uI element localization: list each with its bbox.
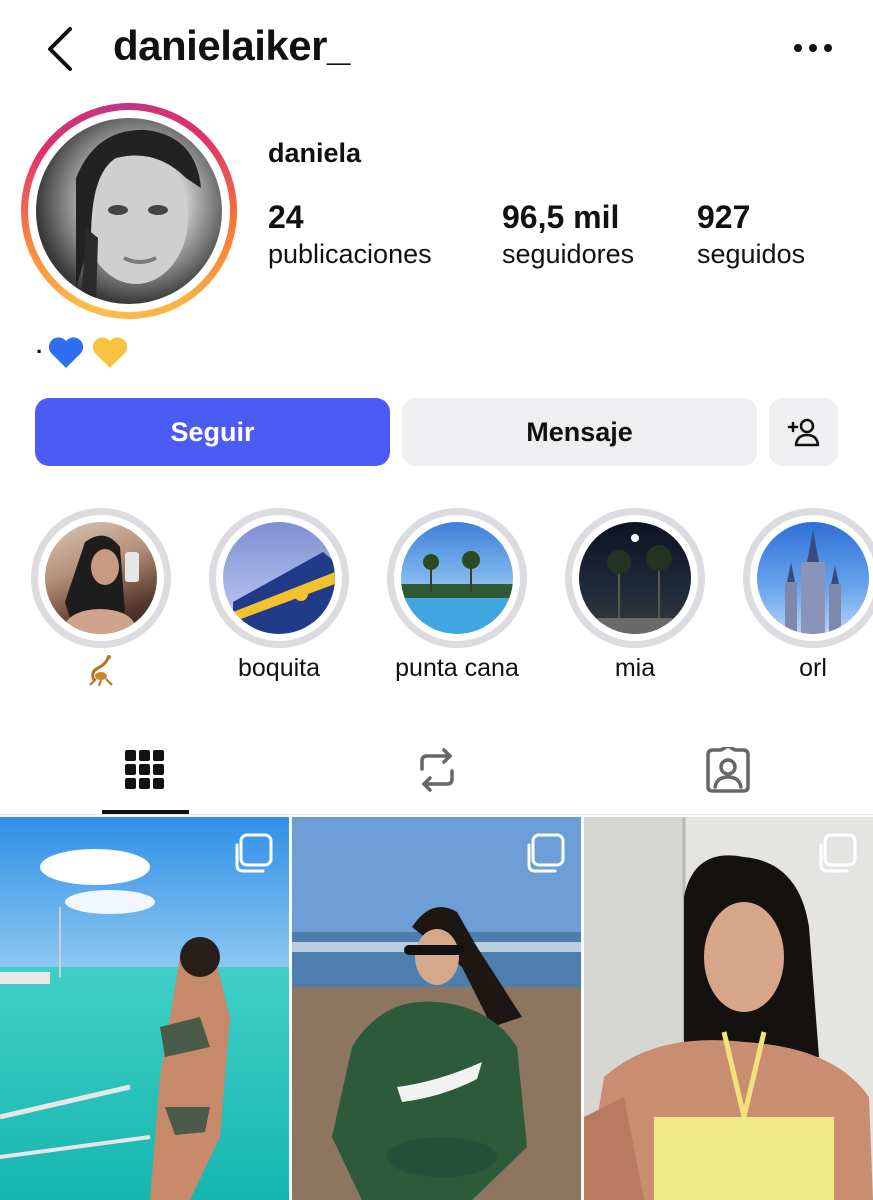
highlight-thumb-art [401, 551, 513, 634]
multiple-images-icon [235, 833, 273, 873]
highlight-label: boquita [237, 654, 321, 682]
more-horizontal-icon[interactable] [790, 36, 836, 60]
multiple-images-icon [527, 833, 565, 873]
message-button[interactable]: Mensaje [402, 398, 757, 466]
highlight-ring [565, 508, 705, 648]
highlight-thumbnail [757, 522, 869, 634]
stat-followers[interactable]: 96,5 mil seguidores [502, 198, 634, 272]
avatar [36, 118, 222, 304]
highlight-thumbnail [223, 522, 335, 634]
stat-followers-label: seguidores [502, 239, 635, 269]
bio: · [36, 332, 135, 372]
tab-reposts[interactable] [392, 734, 482, 806]
highlight-thumb-art [65, 535, 139, 634]
highlight-punta-cana[interactable]: punta cana [387, 508, 527, 684]
stat-posts-value: 24 [268, 199, 304, 235]
multiple-images-icon [819, 833, 857, 873]
highlight-thumb-art [233, 552, 335, 634]
highlight-thumb-art [579, 534, 691, 634]
add-user-icon [787, 418, 819, 447]
highlight-label: punta cana [395, 654, 519, 682]
stat-following-value: 927 [697, 199, 751, 235]
add-user-button[interactable] [769, 398, 838, 466]
chevron-left-icon[interactable] [40, 24, 80, 74]
avatar-photo-art [76, 129, 201, 304]
stat-following[interactable]: 927 seguidos [697, 198, 805, 272]
stat-posts-label: publicaciones [268, 239, 432, 269]
stat-posts[interactable]: 24 publicaciones [268, 198, 432, 272]
highlight-boquita[interactable]: boquita [209, 508, 349, 684]
bio-dot: · [36, 339, 44, 364]
highlight-ring [743, 508, 873, 648]
highlight-ring [31, 508, 171, 648]
blue-heart-icon [49, 337, 84, 368]
post-thumbnail[interactable] [584, 817, 873, 1200]
highlight-thumbnail [401, 522, 513, 634]
grid-icon [125, 750, 164, 789]
tab-tagged[interactable] [683, 734, 773, 806]
highlight-thumbnail [579, 522, 691, 634]
post-image [292, 817, 581, 1200]
avatar-story-ring[interactable] [21, 103, 237, 319]
highlight-label: orl [799, 654, 827, 682]
highlight-thumb-art [785, 530, 841, 634]
yellow-heart-icon [93, 337, 128, 368]
highlight-label [1, 654, 201, 695]
tabs-divider [0, 814, 873, 815]
highlight-ring [209, 508, 349, 648]
post-image [0, 817, 289, 1200]
profile-full-name: daniela [268, 138, 362, 168]
top-bar: danielaiker_ [0, 0, 873, 100]
stat-following-label: seguidos [697, 239, 806, 269]
follow-button[interactable]: Seguir [35, 398, 390, 466]
avatar-ring-gap [28, 110, 230, 312]
highlight-ring [387, 508, 527, 648]
stat-followers-value: 96,5 mil [502, 199, 620, 235]
post-thumbnail[interactable] [292, 817, 581, 1200]
scorpion-icon [89, 655, 113, 687]
tab-grid[interactable] [100, 734, 190, 806]
highlight-mia[interactable]: mia [565, 508, 705, 684]
tagged-icon [706, 747, 750, 793]
highlight-scorpion[interactable] [31, 508, 171, 687]
profile-username: danielaiker_ [113, 22, 350, 69]
highlight-label: mia [614, 654, 656, 682]
post-image [584, 817, 873, 1200]
highlight-orl[interactable]: orl [743, 508, 873, 684]
reposts-icon [420, 748, 454, 792]
post-thumbnail[interactable] [0, 817, 289, 1200]
highlight-thumbnail [45, 522, 157, 634]
